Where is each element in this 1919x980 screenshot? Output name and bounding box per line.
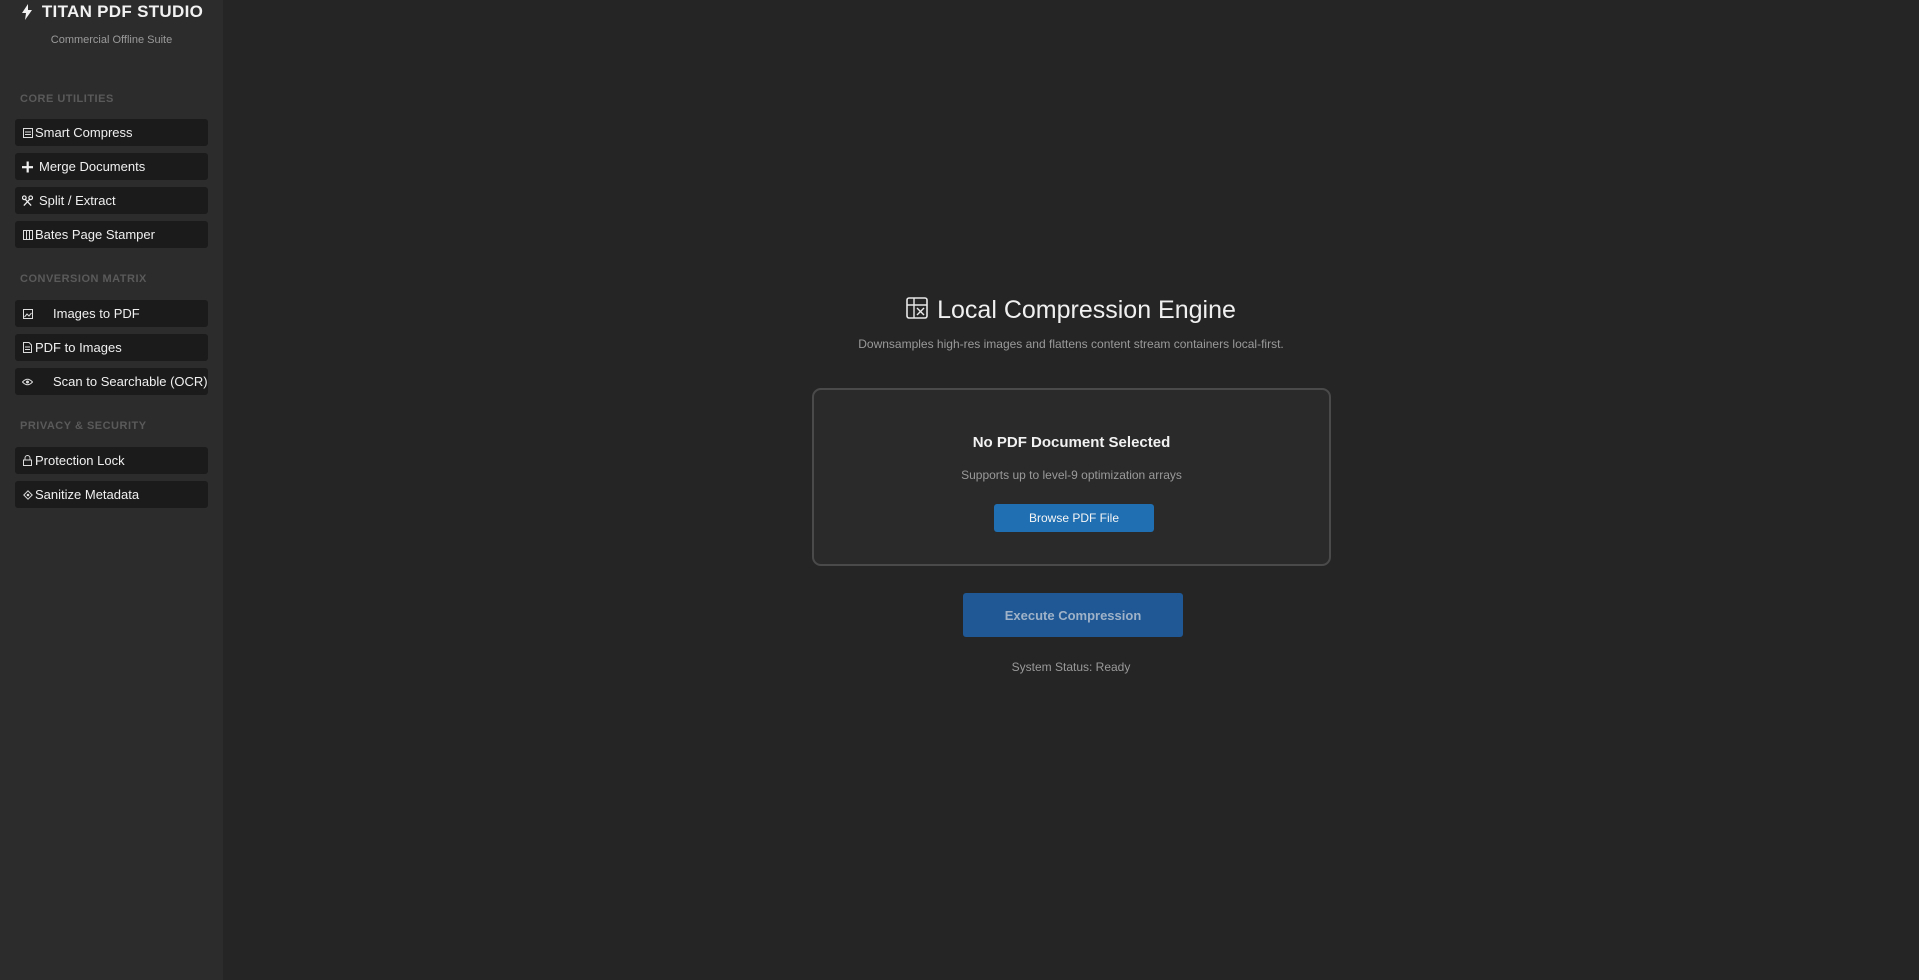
execute-compression-button[interactable]: Execute Compression [963,593,1183,637]
brand-title: TITAN PDF STUDIO [41,2,204,21]
sidebar-item-label: Protection Lock [35,453,125,468]
lightning-icon [20,4,34,20]
sidebar-item-images-to-pdf[interactable]: Images to PDF [15,300,208,327]
brand: TITAN PDF STUDIO [0,0,223,24]
compress-icon [22,127,33,138]
lock-icon [22,455,33,466]
sidebar-item-label: Images to PDF [53,306,140,321]
sidebar-item-label: PDF to Images [35,340,122,355]
sidebar-item-smart-compress[interactable]: Smart Compress [15,119,208,146]
main-panel: Local Compression Engine Downsamples hig… [223,0,1919,980]
page-title: Local Compression Engine [937,296,1236,324]
plus-icon [22,161,33,172]
sidebar-item-merge-documents[interactable]: Merge Documents [15,153,208,180]
sidebar-item-protection-lock[interactable]: Protection Lock [15,447,208,474]
stamper-icon [22,229,33,240]
image-icon [22,308,33,319]
section-title-privacy-security: PRIVACY & SECURITY [20,420,147,432]
sanitize-icon [22,489,33,500]
scissors-icon [22,194,33,206]
sidebar-item-bates-page-stamper[interactable]: Bates Page Stamper [15,221,208,248]
system-status: System Status: Ready [1011,660,1131,674]
section-title-conversion-matrix: CONVERSION MATRIX [20,273,147,285]
compress-grid-icon [906,297,928,324]
sidebar-item-label: Smart Compress [35,125,133,140]
sidebar-item-scan-to-searchable-ocr[interactable]: Scan to Searchable (OCR) [15,368,208,395]
sidebar-item-label: Sanitize Metadata [35,487,140,502]
brand-subtitle: Commercial Offline Suite [50,34,173,46]
sidebar-item-label: Scan to Searchable (OCR) [53,374,208,389]
browse-pdf-button[interactable]: Browse PDF File [994,504,1154,532]
sidebar-item-sanitize-metadata[interactable]: Sanitize Metadata [15,481,208,508]
sidebar-item-label: Bates Page Stamper [35,227,155,242]
eye-icon [22,376,33,387]
sidebar: TITAN PDF STUDIO Commercial Offline Suit… [0,0,223,980]
sidebar-item-split-extract[interactable]: Split / Extract [15,187,208,214]
dropzone-title: No PDF Document Selected [972,434,1171,451]
sidebar-item-label: Split / Extract [39,193,116,208]
panel-header: Local Compression Engine [223,296,1919,325]
page-description: Downsamples high-res images and flattens… [858,337,1284,351]
dropzone-subtitle: Supports up to level-9 optimization arra… [961,468,1182,482]
file-dropzone[interactable]: No PDF Document Selected Supports up to … [812,388,1331,566]
sidebar-item-pdf-to-images[interactable]: PDF to Images [15,334,208,361]
sidebar-item-label: Merge Documents [39,159,146,174]
document-icon [22,342,33,353]
section-title-core-utilities: CORE UTILITIES [20,93,114,105]
app-window: TITAN PDF STUDIO Commercial Offline Suit… [0,0,1919,980]
